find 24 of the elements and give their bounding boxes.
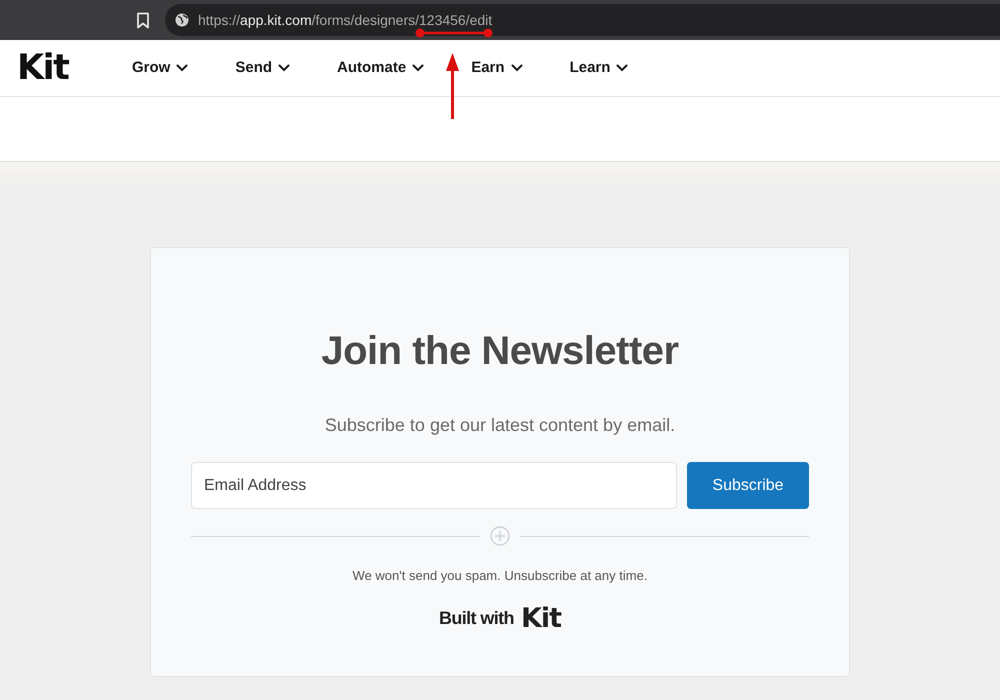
disclaimer-text: We won't send you spam. Unsubscribe at any time. [352,567,648,585]
email-field[interactable]: Email Address [191,462,677,509]
chevron-down-icon [616,64,628,72]
address-bar[interactable]: https://app.kit.com/forms/designers/123456/edit [165,4,1000,36]
chevron-down-icon [510,64,523,72]
url-text[interactable]: https://app.kit.com/forms/designers/123456/edit [198,10,492,30]
nav-menu-item[interactable]: Earn [471,56,523,80]
subscribe-button[interactable]: Subscribe [687,462,809,509]
nav-menu-item[interactable]: Automate [337,56,424,80]
bookmark-icon[interactable] [136,12,150,28]
form-subtitle: Subscribe to get our latest content by email. [324,414,676,437]
arrow-annotation [446,53,459,120]
chevron-down-icon [176,64,188,72]
built-with-text: Built with [438,607,514,630]
built-with-badge[interactable]: Built with Kit [438,605,562,632]
form-heading: Join the Newsletter [321,328,679,375]
chevron-down-icon [278,64,290,72]
globe-icon [175,13,189,27]
nav-menu-item[interactable]: Grow [132,56,188,80]
nav-menu-item[interactable]: Send [235,56,290,80]
logo[interactable]: Kit [17,50,68,86]
logo: Kit [520,605,562,632]
nav-menu-item[interactable]: Learn [570,56,628,80]
chevron-down-icon [412,64,424,72]
